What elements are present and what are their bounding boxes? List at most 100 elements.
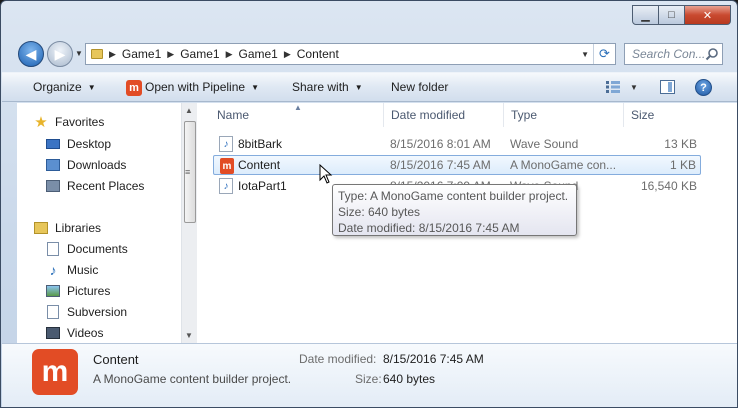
help-icon[interactable]: ?	[695, 79, 712, 96]
minimize-button[interactable]: ▁	[632, 5, 659, 25]
maximize-button[interactable]: □	[659, 5, 685, 25]
breadcrumb-separator[interactable]: ▶	[226, 49, 233, 60]
star-icon: ★	[34, 114, 48, 131]
forward-button[interactable]: ▶	[47, 41, 73, 67]
nav-favorites-label: Favorites	[55, 115, 105, 129]
column-divider[interactable]	[623, 103, 624, 127]
file-size: 16,540 KB	[640, 179, 697, 193]
nav-favorites[interactable]: ★ Favorites	[33, 112, 104, 132]
desktop-icon	[45, 137, 61, 151]
refresh-icon[interactable]: ⟳	[593, 44, 615, 64]
scroll-grip-icon: ≡	[185, 167, 191, 177]
nav-downloads[interactable]: Downloads	[45, 155, 126, 175]
new-folder-label: New folder	[391, 80, 449, 94]
wave-sound-icon: ♪	[219, 178, 233, 194]
breadcrumb-game1-inner[interactable]: Game1	[238, 47, 277, 61]
column-header-size[interactable]: Size	[631, 103, 654, 127]
nav-documents[interactable]: Documents	[45, 239, 128, 259]
chevron-down-icon: ▼	[354, 83, 363, 92]
nav-videos-label: Videos	[67, 326, 104, 340]
nav-desktop[interactable]: Desktop	[45, 134, 111, 154]
scroll-down-icon[interactable]: ▼	[185, 331, 193, 340]
tooltip-date: Date modified: 8/15/2016 7:45 AM	[338, 221, 520, 235]
nav-music-label: Music	[67, 263, 99, 277]
recent-places-icon	[45, 179, 61, 193]
file-date: 8/15/2016 7:45 AM	[390, 158, 491, 172]
documents-icon	[45, 242, 61, 256]
wave-sound-icon: ♪	[219, 136, 233, 152]
file-size: 1 KB	[669, 158, 696, 172]
details-size-label: Size:	[355, 372, 382, 386]
address-history-dropdown[interactable]: ▼	[581, 50, 589, 59]
breadcrumb-game1-root[interactable]: Game1	[122, 47, 161, 61]
file-info-tooltip: Type: A MonoGame content builder project…	[332, 184, 577, 236]
breadcrumb-separator[interactable]: ▶	[284, 49, 291, 60]
file-date: 8/15/2016 8:01 AM	[390, 137, 491, 151]
breadcrumb-separator[interactable]: ▶	[167, 49, 174, 60]
nav-music[interactable]: ♪ Music	[45, 260, 99, 280]
column-header-date[interactable]: Date modified	[391, 103, 465, 127]
nav-videos[interactable]: Videos	[45, 323, 103, 343]
column-size-label: Size	[631, 108, 655, 122]
sort-ascending-icon: ▲	[294, 103, 302, 112]
pictures-icon	[45, 284, 61, 298]
breadcrumb-separator[interactable]: ▶	[109, 49, 116, 60]
nav-pictures-label: Pictures	[67, 284, 111, 298]
preview-pane-icon[interactable]	[660, 80, 675, 94]
back-button[interactable]: ◀	[18, 41, 44, 67]
nav-pictures[interactable]: Pictures	[45, 281, 110, 301]
column-divider[interactable]	[383, 103, 384, 127]
tooltip-size: Size: 640 bytes	[338, 205, 421, 219]
folder-icon	[91, 49, 103, 59]
navigation-scrollbar[interactable]: ▲ ≡ ▼	[181, 103, 197, 343]
file-type: A MonoGame con...	[510, 158, 617, 172]
column-header-name[interactable]: Name	[217, 103, 249, 127]
share-with-menu[interactable]: Share with ▼	[292, 80, 363, 94]
navigation-pane: ★ Favorites Desktop Downloads Recent Pla…	[17, 103, 181, 343]
back-arrow-icon: ◀	[25, 45, 37, 62]
organize-menu[interactable]: Organize ▼	[33, 80, 96, 94]
details-size-value: 640 bytes	[383, 372, 436, 386]
command-bar: Organize ▼ m Open with Pipeline ▼ Share wi…	[2, 72, 737, 102]
details-file-name: Content	[93, 352, 139, 367]
change-view-icon[interactable]	[606, 81, 620, 93]
search-icon[interactable]	[705, 47, 719, 61]
file-row-8bitbark[interactable]: ♪ 8bitBark 8/15/2016 8:01 AM Wave Sound …	[213, 134, 701, 154]
nav-downloads-label: Downloads	[67, 158, 127, 172]
address-bar[interactable]: ▶ Game1 ▶ Game1 ▶ Game1 ▶ Content ▼ ⟳	[85, 43, 616, 65]
recent-pages-dropdown[interactable]: ▼	[75, 49, 83, 58]
scroll-up-icon[interactable]: ▲	[185, 106, 193, 115]
open-with-label: Open with Pipeline	[145, 80, 246, 94]
monogame-large-icon: m	[32, 349, 78, 395]
chevron-down-icon: ▼	[87, 83, 96, 92]
column-header-type[interactable]: Type	[511, 103, 537, 127]
explorer-window: ▁ □ ✕ ◀ ▶ ▼ ▶ Game1 ▶ Game1 ▶ Game1 ▶ Co…	[0, 0, 738, 408]
nav-recent-places[interactable]: Recent Places	[45, 176, 144, 196]
nav-subversion[interactable]: Subversion	[45, 302, 127, 322]
column-divider[interactable]	[503, 103, 504, 127]
nav-subversion-label: Subversion	[67, 305, 128, 319]
details-file-type: A MonoGame content builder project.	[93, 372, 292, 386]
view-options-dropdown[interactable]: ▼	[630, 83, 638, 92]
nav-desktop-label: Desktop	[67, 137, 112, 151]
pane-splitter[interactable]	[197, 103, 205, 343]
column-date-label: Date modified	[391, 108, 466, 122]
search-input[interactable]: Search Con...	[624, 43, 723, 65]
new-folder-button[interactable]: New folder	[391, 80, 448, 94]
chevron-down-icon: ▼	[251, 83, 259, 92]
breadcrumb-content[interactable]: Content	[297, 47, 339, 61]
mouse-cursor-icon	[319, 164, 333, 184]
nav-libraries[interactable]: Libraries	[33, 218, 101, 238]
file-row-content[interactable]: m Content 8/15/2016 7:45 AM A MonoGame c…	[213, 155, 701, 175]
music-icon: ♪	[49, 262, 57, 278]
nav-recent-places-label: Recent Places	[67, 179, 145, 193]
monogame-icon: m	[220, 158, 234, 174]
caption-buttons: ▁ □ ✕	[632, 5, 731, 25]
breadcrumb-game1-mid[interactable]: Game1	[180, 47, 219, 61]
close-button[interactable]: ✕	[685, 5, 731, 25]
organize-label: Organize	[33, 80, 82, 94]
downloads-icon	[45, 158, 61, 172]
nav-libraries-label: Libraries	[55, 221, 102, 235]
open-with-pipeline-button[interactable]: Open with Pipeline ▼	[145, 80, 259, 94]
videos-icon	[45, 326, 61, 340]
